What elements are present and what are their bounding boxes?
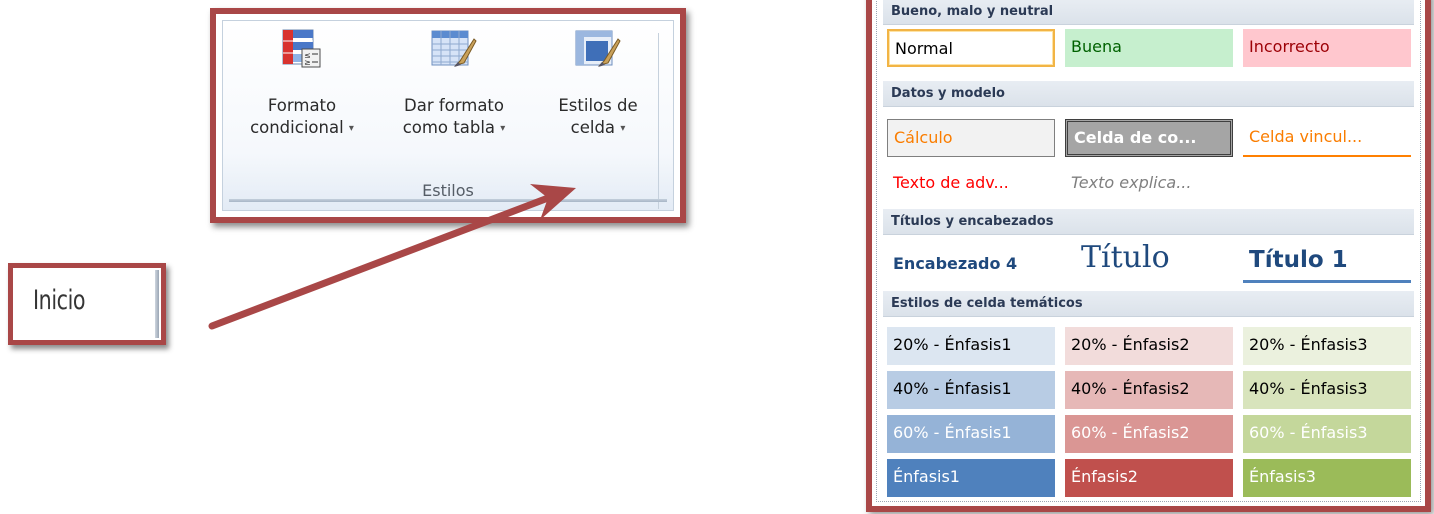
style-normal[interactable]: Normal xyxy=(887,29,1055,67)
style-40-enfasis2[interactable]: 40% - Énfasis2 xyxy=(1065,371,1233,409)
cell-styles-gallery: Bueno, malo y neutral Normal Buena Incor… xyxy=(876,0,1421,502)
style-enfasis2[interactable]: Énfasis2 xyxy=(1065,459,1233,497)
style-encabezado-4[interactable]: Encabezado 4 xyxy=(887,243,1055,285)
style-20-enfasis3[interactable]: 20% - Énfasis3 xyxy=(1243,327,1411,365)
section-header-titles: Títulos y encabezados xyxy=(883,209,1414,235)
style-buena[interactable]: Buena xyxy=(1065,29,1233,67)
style-40-enfasis3[interactable]: 40% - Énfasis3 xyxy=(1243,371,1411,409)
style-enfasis1[interactable]: Énfasis1 xyxy=(887,459,1055,497)
section-header-themed: Estilos de celda temáticos xyxy=(883,291,1414,317)
cell-styles-gallery-callout: Bueno, malo y neutral Normal Buena Incor… xyxy=(866,0,1431,512)
style-60-enfasis2[interactable]: 60% - Énfasis2 xyxy=(1065,415,1233,453)
section-header-data-model: Datos y modelo xyxy=(883,81,1414,107)
style-enfasis3[interactable]: Énfasis3 xyxy=(1243,459,1411,497)
style-titulo[interactable]: Título xyxy=(1065,235,1233,285)
style-celda-comprobacion[interactable]: Celda de co... xyxy=(1065,119,1233,157)
style-calculo[interactable]: Cálculo xyxy=(887,119,1055,157)
style-celda-vinculada[interactable]: Celda vincul... xyxy=(1243,119,1411,157)
style-texto-explicativo[interactable]: Texto explica... xyxy=(1065,165,1233,203)
style-40-enfasis1[interactable]: 40% - Énfasis1 xyxy=(887,371,1055,409)
section-header-good-bad-neutral: Bueno, malo y neutral xyxy=(883,0,1414,25)
style-texto-advertencia[interactable]: Texto de adv... xyxy=(887,165,1055,203)
style-60-enfasis1[interactable]: 60% - Énfasis1 xyxy=(887,415,1055,453)
style-titulo-1[interactable]: Título 1 xyxy=(1243,239,1411,283)
style-incorrecto[interactable]: Incorrecto xyxy=(1243,29,1411,67)
style-20-enfasis2[interactable]: 20% - Énfasis2 xyxy=(1065,327,1233,365)
style-60-enfasis3[interactable]: 60% - Énfasis3 xyxy=(1243,415,1411,453)
style-20-enfasis1[interactable]: 20% - Énfasis1 xyxy=(887,327,1055,365)
